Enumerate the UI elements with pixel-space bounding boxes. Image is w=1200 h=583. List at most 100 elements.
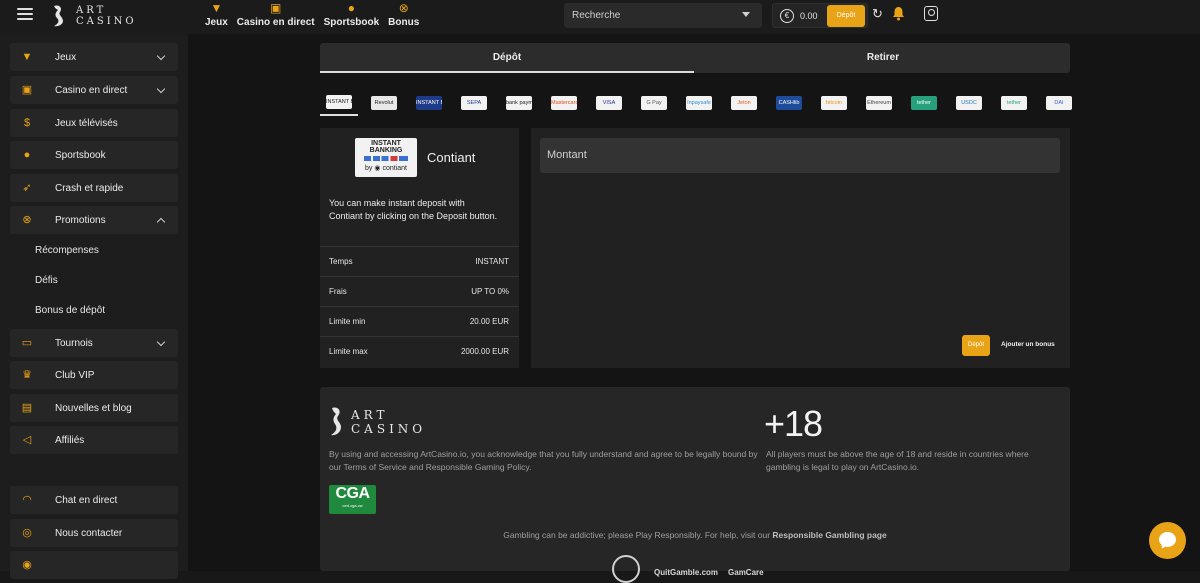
euro-icon: €	[780, 9, 794, 23]
payment-method[interactable]: Jeton	[725, 90, 763, 116]
payment-method[interactable]: USDC	[950, 90, 988, 116]
sidebar-item-tournois[interactable]: ▭ Tournois	[10, 329, 178, 357]
payment-method[interactable]: SEPA	[455, 90, 493, 116]
payment-method[interactable]: bank payment	[500, 90, 538, 116]
sidebar-item-casino-en-direct[interactable]: ▣ Casino en direct	[10, 76, 178, 104]
percent-icon: ⊗	[22, 214, 32, 226]
sidebar-item-jeux-televises[interactable]: $ Jeux télévisés	[10, 109, 178, 137]
payment-method-logo: Inpaysafe	[686, 96, 712, 110]
payment-methods: INSTANT BANKING Revolut INSTANT BANKING SEP…	[320, 90, 1072, 118]
header-deposit-button[interactable]: Dépôt	[827, 5, 865, 27]
basketball-icon: ●	[347, 1, 356, 15]
tab-retirer[interactable]: Retirer	[696, 43, 1070, 73]
chevron-down-icon	[156, 51, 166, 61]
payment-method[interactable]: DAI	[1040, 90, 1078, 116]
payment-method[interactable]: CASHlib	[770, 90, 808, 116]
nav-sportsbook[interactable]: ● Sportsbook	[324, 1, 380, 28]
logo[interactable]: ART CASINO	[50, 4, 137, 28]
responsible-gambling-link[interactable]: Responsible Gambling page	[772, 530, 886, 540]
payment-method[interactable]: Ethereum	[860, 90, 898, 116]
menu-icon[interactable]	[17, 8, 33, 22]
age-text: All players must be above the age of 18 …	[766, 449, 1029, 472]
cashier-tabs: Dépôt Retirer	[320, 43, 1070, 73]
peacock-logo-icon	[54, 5, 63, 27]
cards-icon: ▣	[270, 1, 282, 15]
info-row-limite-min: Limite min 20.00 EUR	[320, 306, 519, 336]
sidebar-item-crash-et-rapide[interactable]: ➶ Crash et rapide	[10, 174, 178, 202]
payment-method[interactable]: bitcoin	[815, 90, 853, 116]
legal-text: By using and accessing ArtCasino.io, you…	[329, 449, 758, 472]
provider-name: Contiant	[427, 150, 476, 165]
sidebar-item-nouvelles-et-blog[interactable]: ▤ Nouvelles et blog	[10, 394, 178, 422]
seal-icon[interactable]	[612, 555, 640, 583]
slot-icon: ▼	[21, 51, 33, 63]
tab-depot[interactable]: Dépôt	[320, 43, 694, 73]
payment-method-logo: VISA	[596, 96, 622, 110]
payment-method[interactable]: G Pay	[635, 90, 673, 116]
chevron-down-icon	[156, 84, 166, 94]
info-row-frais: Frais UP TO 0%	[320, 276, 519, 306]
sidebar-subitem-recompenses[interactable]: Récompenses	[35, 245, 99, 256]
sidebar-item-club-vip[interactable]: ♛ Club VIP	[10, 361, 178, 389]
sidebar-item-jeux[interactable]: ▼ Jeux	[10, 43, 178, 71]
footer: ART CASINO By using and accessing ArtCas…	[320, 387, 1070, 583]
search-placeholder: Recherche	[572, 10, 621, 21]
payment-method-logo: USDC	[956, 96, 982, 110]
globe-icon: ◉	[22, 559, 32, 571]
payment-method[interactable]: VISA	[590, 90, 628, 116]
slot-icon: ▼	[210, 1, 223, 15]
payment-method[interactable]: Inpaysafe	[680, 90, 718, 116]
chevron-up-icon	[156, 217, 166, 227]
gamcare-badge[interactable]: GamCare	[728, 568, 764, 577]
info-row-temps: Temps INSTANT	[320, 246, 519, 276]
payment-method-logo: Revolut	[371, 96, 397, 110]
payment-method[interactable]: INSTANT BANKING	[320, 90, 358, 116]
payment-method[interactable]: tether	[995, 90, 1033, 116]
balance: 0.00	[800, 11, 818, 21]
amount-input[interactable]: Montant	[540, 138, 1060, 173]
sidebar: ▼ Jeux ▣ Casino en direct $ Jeux télévis…	[0, 34, 188, 579]
payment-method-logo: tether	[1001, 96, 1027, 110]
user-icon[interactable]	[924, 6, 938, 21]
sidebar-subitem-bonus-de-depot[interactable]: Bonus de dépôt	[35, 305, 105, 316]
quitgamble-badge[interactable]: QuitGamble.com	[654, 568, 718, 577]
basketball-icon: ●	[23, 149, 31, 161]
chat-bubble-icon[interactable]	[1149, 522, 1186, 559]
sidebar-subitem-defis[interactable]: Défis	[35, 275, 58, 286]
payment-method-logo: DAI	[1046, 96, 1072, 110]
sidebar-item-nous-contacter[interactable]: ◎ Nous contacter	[10, 519, 178, 547]
payment-method[interactable]: Revolut	[365, 90, 403, 116]
payment-method-logo: Mastercard	[551, 96, 577, 110]
nav-bonus[interactable]: ⊗ Bonus	[388, 1, 419, 28]
payment-method-logo: Ethereum	[866, 96, 892, 110]
responsible-gambling-text: Gambling can be addictive; please Play R…	[503, 530, 887, 540]
ticket-icon: ▭	[21, 337, 33, 349]
cards-icon: ▣	[21, 84, 33, 96]
nav-casino-en-direct[interactable]: ▣ Casino en direct	[237, 1, 315, 28]
deposit-button[interactable]: Dépôt	[962, 335, 990, 356]
chevron-down-icon	[156, 337, 166, 347]
sidebar-item-chat-en-direct[interactable]: ◠ Chat en direct	[10, 486, 178, 514]
payment-method[interactable]: Mastercard	[545, 90, 583, 116]
sidebar-item-sportsbook[interactable]: ● Sportsbook	[10, 141, 178, 169]
nav-jeux[interactable]: ▼ Jeux	[205, 1, 228, 28]
footer-logo: ART CASINO	[329, 406, 426, 437]
cga-badge[interactable]: CGA cert.cga.cw	[329, 485, 376, 514]
percent-icon: ⊗	[398, 1, 409, 15]
add-bonus-link[interactable]: Ajouter un bonus	[1001, 341, 1055, 348]
sidebar-item-affilies[interactable]: ◁ Affiliés	[10, 426, 178, 454]
bell-icon[interactable]	[892, 6, 905, 21]
payment-method-logo: bank payment	[506, 96, 532, 110]
amount-panel: Montant Dépôt Ajouter un bonus	[531, 128, 1070, 368]
search-select[interactable]: Recherche	[564, 3, 762, 28]
sidebar-item-partial[interactable]: ◉	[10, 551, 178, 579]
payment-method-logo: G Pay	[641, 96, 667, 110]
peacock-logo-icon	[331, 407, 341, 436]
payment-method[interactable]: INSTANT BANKING	[410, 90, 448, 116]
sidebar-item-promotions[interactable]: ⊗ Promotions	[10, 206, 178, 234]
payment-method[interactable]: tether	[905, 90, 943, 116]
top-bar: ART CASINO ▼ Jeux ▣ Casino en direct ● S…	[0, 0, 1200, 34]
payment-method-logo: tether	[911, 96, 937, 110]
logo-text: ART CASINO	[76, 5, 137, 27]
refresh-icon[interactable]: ↻	[872, 7, 883, 21]
